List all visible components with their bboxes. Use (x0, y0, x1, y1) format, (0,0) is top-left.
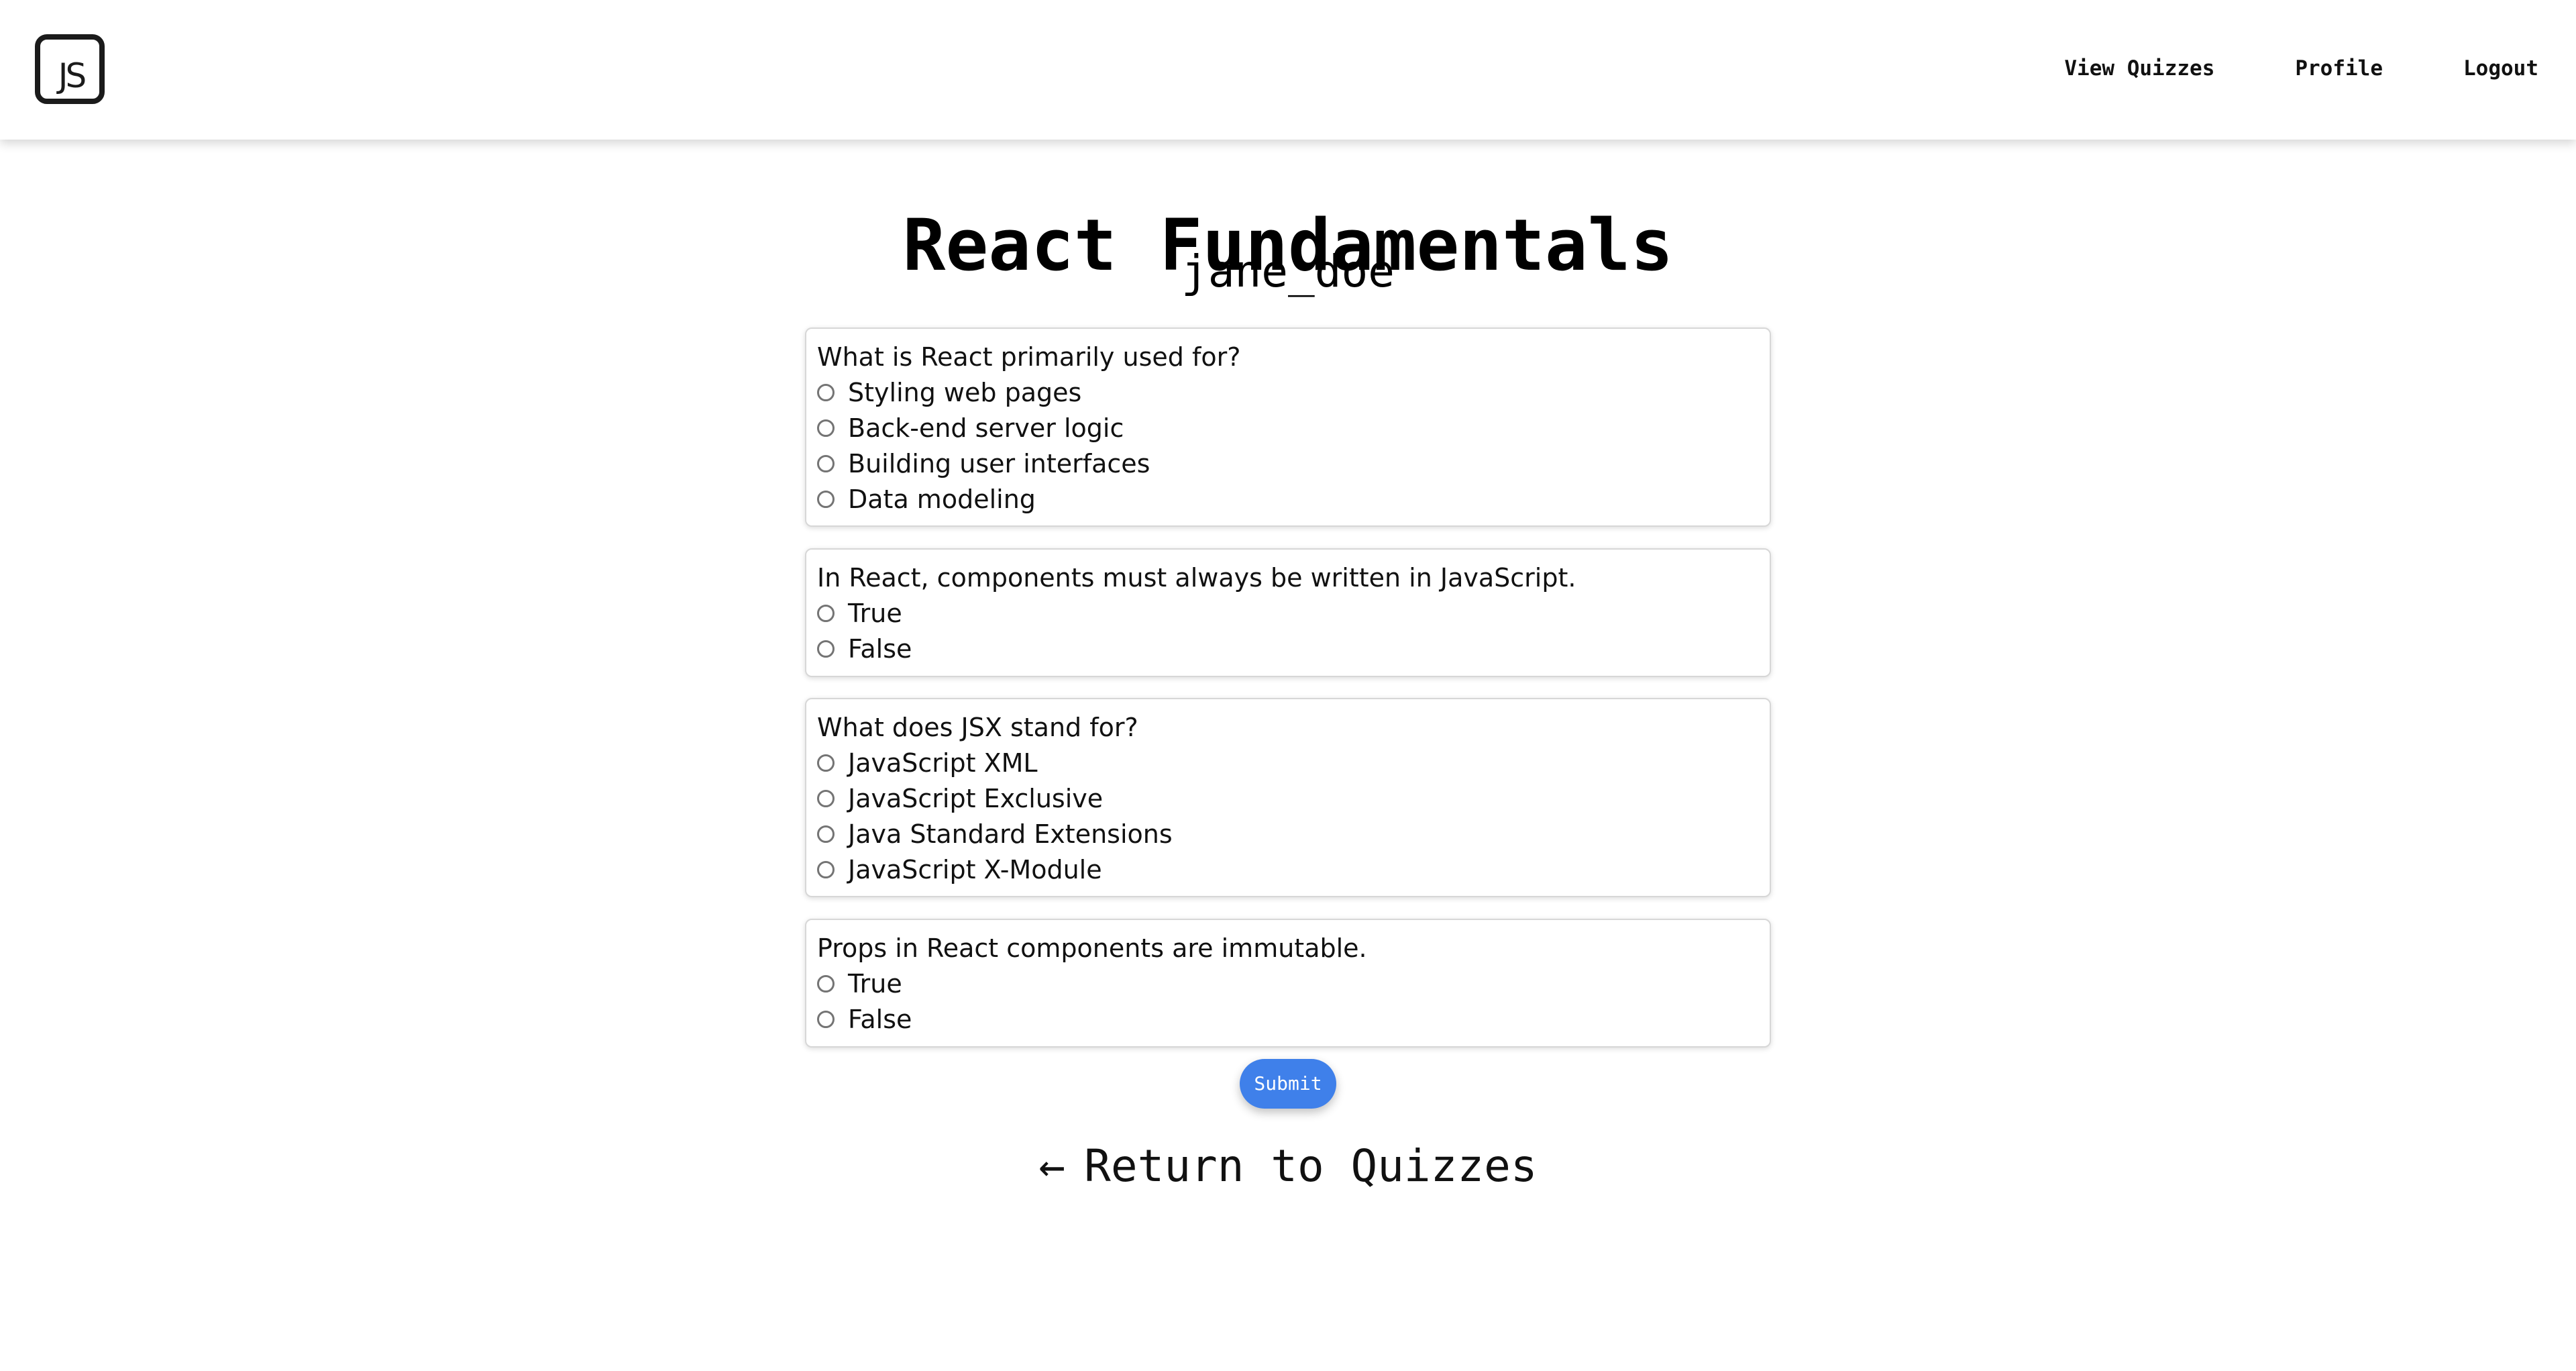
option-label: Java Standard Extensions (848, 819, 1173, 849)
logout-link[interactable]: Logout (2463, 56, 2538, 81)
option-label: True (848, 598, 902, 628)
question-text: What is React primarily used for? (817, 342, 1241, 372)
answer-option[interactable]: True (817, 966, 1759, 1001)
option-label: Back-end server logic (848, 413, 1124, 443)
radio-button-icon[interactable] (817, 383, 835, 401)
answer-option[interactable]: Data modeling (817, 481, 1759, 517)
question-text: In React, components must always be writ… (817, 563, 1576, 593)
answer-option[interactable]: False (817, 1001, 1759, 1037)
radio-button-icon[interactable] (817, 640, 835, 658)
radio-button-icon[interactable] (817, 419, 835, 437)
question-card-1: What is React primarily used for? Stylin… (805, 327, 1771, 527)
radio-button-icon[interactable] (817, 789, 835, 807)
radio-button-icon[interactable] (817, 1010, 835, 1028)
option-label: Building user interfaces (848, 448, 1150, 478)
option-label: JavaScript Exclusive (848, 783, 1104, 813)
radio-button-icon[interactable] (817, 860, 835, 878)
answer-option[interactable]: False (817, 631, 1759, 666)
radio-button-icon[interactable] (817, 754, 835, 772)
radio-button-icon[interactable] (817, 604, 835, 622)
question-card-2: In React, components must always be writ… (805, 548, 1771, 677)
answer-option[interactable]: JavaScript Exclusive (817, 780, 1759, 816)
question-text: Props in React components are immutable. (817, 933, 1367, 963)
question-card-4: Props in React components are immutable.… (805, 919, 1771, 1048)
view-quizzes-link[interactable]: View Quizzes (2064, 56, 2214, 81)
main-navigation: View Quizzes Profile Logout (2064, 56, 2538, 81)
answer-option[interactable]: Java Standard Extensions (817, 816, 1759, 852)
answer-option[interactable]: JavaScript XML (817, 745, 1759, 780)
option-label: Styling web pages (848, 377, 1082, 407)
answer-option[interactable]: Styling web pages (817, 374, 1759, 410)
logo-text: JS (58, 56, 87, 95)
profile-link[interactable]: Profile (2295, 56, 2383, 81)
answer-option[interactable]: Building user interfaces (817, 446, 1759, 481)
radio-button-icon[interactable] (817, 974, 835, 993)
option-label: JavaScript XML (848, 748, 1038, 778)
answer-option[interactable]: JavaScript X-Module (817, 852, 1759, 887)
username: jane_doe (1181, 246, 1395, 297)
answer-option[interactable]: Back-end server logic (817, 410, 1759, 446)
radio-button-icon[interactable] (817, 490, 835, 508)
question-text: What does JSX stand for? (817, 713, 1138, 742)
return-to-quizzes-link[interactable]: ← Return to Quizzes (0, 1137, 2576, 1195)
radio-button-icon[interactable] (817, 825, 835, 843)
javascript-logo-icon[interactable]: JS (35, 34, 105, 104)
question-card-3: What does JSX stand for? JavaScript XML … (805, 698, 1771, 897)
return-link-label: Return to Quizzes (1084, 1140, 1538, 1192)
option-label: False (848, 633, 912, 664)
submit-button[interactable]: Submit (1240, 1059, 1336, 1109)
left-arrow-icon: ← (1038, 1140, 1066, 1192)
option-label: JavaScript X-Module (848, 854, 1102, 884)
answer-option[interactable]: True (817, 595, 1759, 631)
option-label: True (848, 968, 902, 999)
option-label: Data modeling (848, 484, 1036, 514)
option-label: False (848, 1004, 912, 1034)
top-navigation-bar: JS View Quizzes Profile Logout (0, 0, 2576, 140)
radio-button-icon[interactable] (817, 454, 835, 472)
